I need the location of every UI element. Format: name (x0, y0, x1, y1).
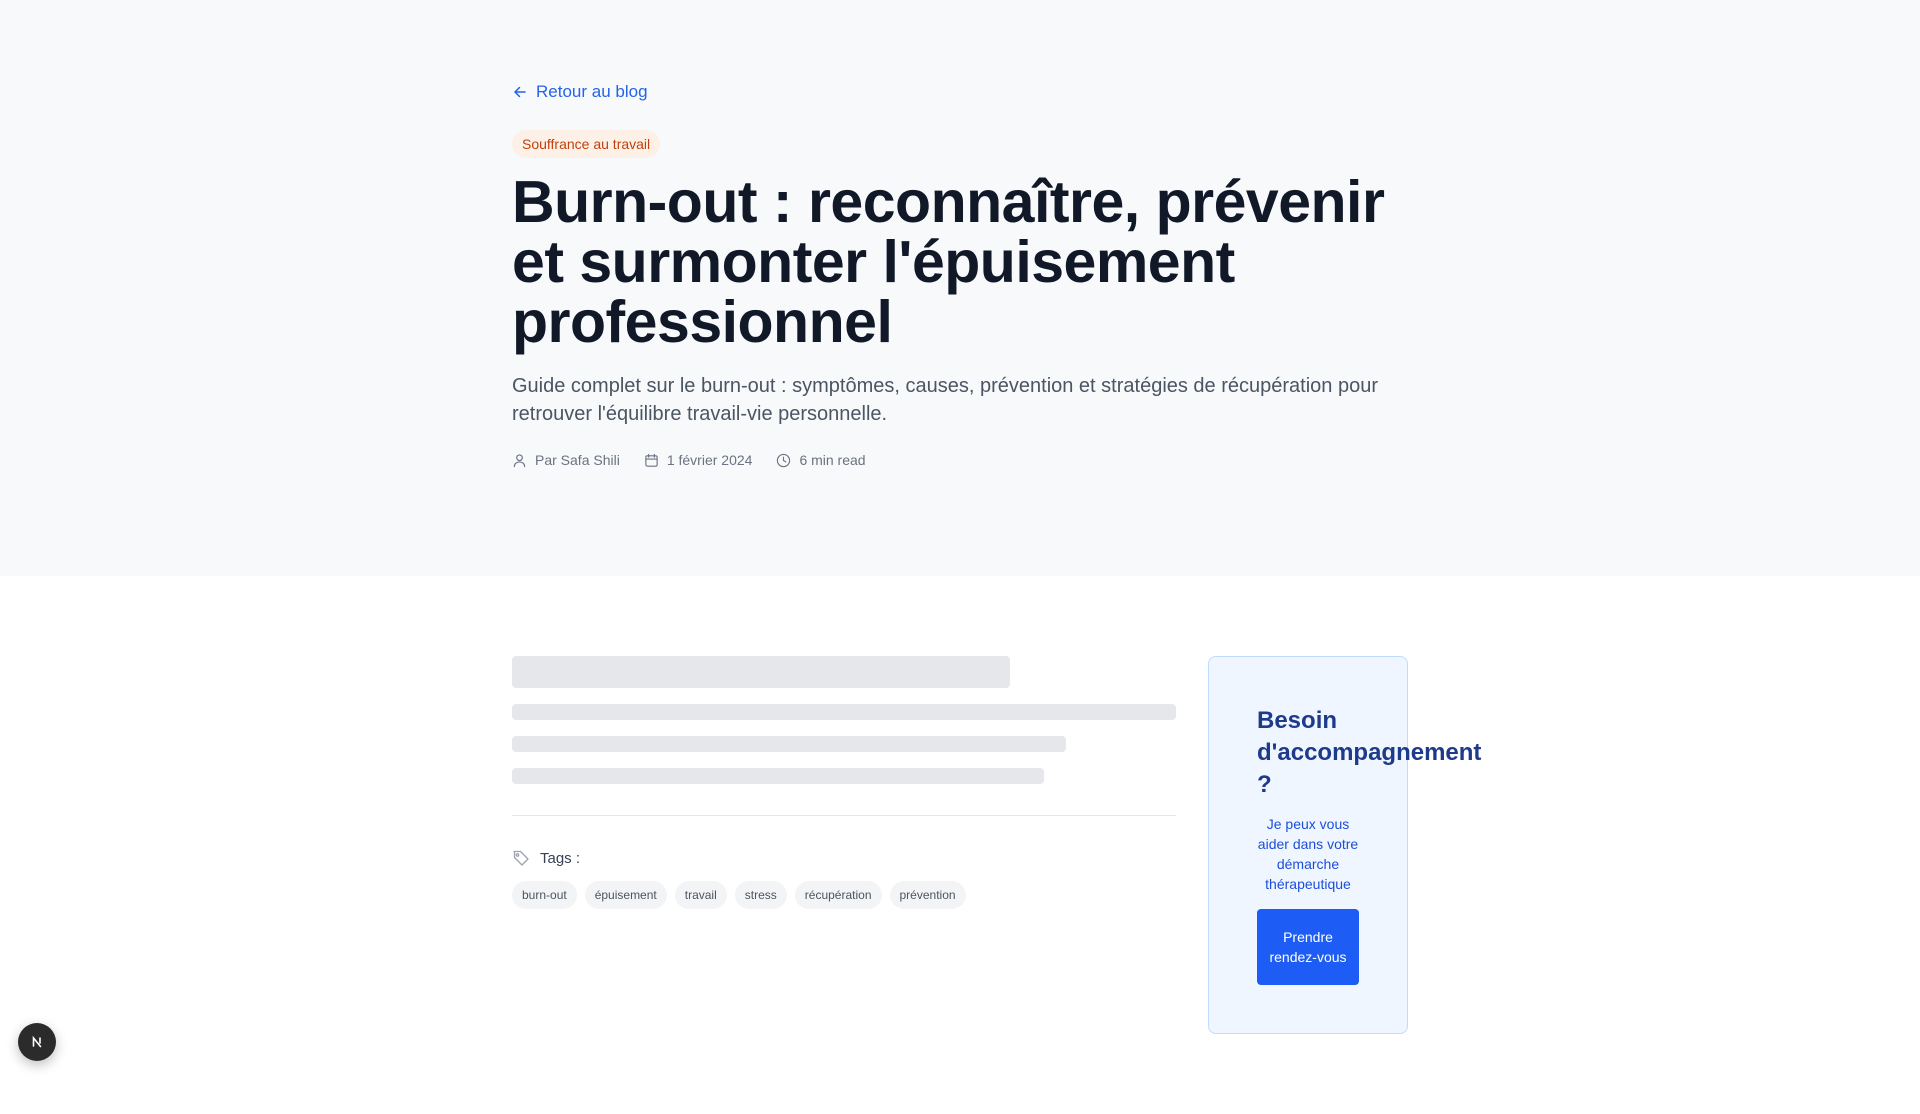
tag-chip[interactable]: burn-out (512, 881, 577, 909)
tag-chip[interactable]: récupération (794, 881, 882, 909)
date-meta: 1 février 2024 (644, 452, 753, 468)
article-header: Retour au blog Souffrance au travail Bur… (0, 0, 1920, 576)
calendar-icon (645, 453, 658, 467)
tag-chip[interactable]: épuisement (584, 881, 667, 909)
tag-chip[interactable]: stress (734, 881, 787, 909)
page-subtitle: Guide complet sur le burn-out : symptôme… (512, 375, 1379, 425)
cta-title: Besoin d'accompagnement ? (1257, 707, 1482, 798)
back-to-blog-link[interactable]: Retour au blog (512, 82, 648, 102)
back-link-label: Retour au blog (536, 82, 648, 101)
tag-chip[interactable]: travail (674, 881, 727, 909)
tag-icon (513, 850, 529, 866)
tags-header: Tags : (512, 849, 580, 867)
nextjs-dev-indicator[interactable] (18, 1023, 56, 1061)
author-meta: Par Safa Shili (512, 452, 620, 468)
nextjs-logo-icon (32, 1035, 42, 1048)
tag-chip[interactable]: prévention (889, 881, 966, 909)
author-name: Par Safa Shili (535, 452, 620, 468)
skeleton-heading (512, 656, 1010, 688)
cta-description: Je peux vous aider dans votre démarche t… (1257, 816, 1359, 892)
tag-list: burn-out épuisement travail stress récup… (512, 881, 966, 909)
user-icon (513, 453, 526, 467)
publish-date: 1 février 2024 (666, 452, 753, 468)
content-divider (512, 815, 1176, 816)
skeleton-line (512, 768, 1044, 784)
clock-icon (777, 453, 791, 467)
skeleton-line (512, 704, 1176, 720)
read-time: 6 min read (799, 452, 866, 468)
category-badge: Souffrance au travail (512, 130, 661, 158)
read-time-meta: 6 min read (776, 452, 866, 468)
book-appointment-button[interactable]: Prendre rendez-vous (1257, 909, 1359, 985)
article-meta: Par Safa Shili 1 février 2024 6 min read (512, 452, 866, 468)
skeleton-line (512, 736, 1066, 752)
page-title: Burn-out : reconnaître, prévenir et surm… (512, 169, 1385, 355)
appointment-cta-card: Besoin d'accompagnement ? Je peux vous a… (1208, 656, 1481, 1034)
tags-label: Tags : (540, 849, 581, 867)
arrow-left-icon (514, 86, 526, 98)
